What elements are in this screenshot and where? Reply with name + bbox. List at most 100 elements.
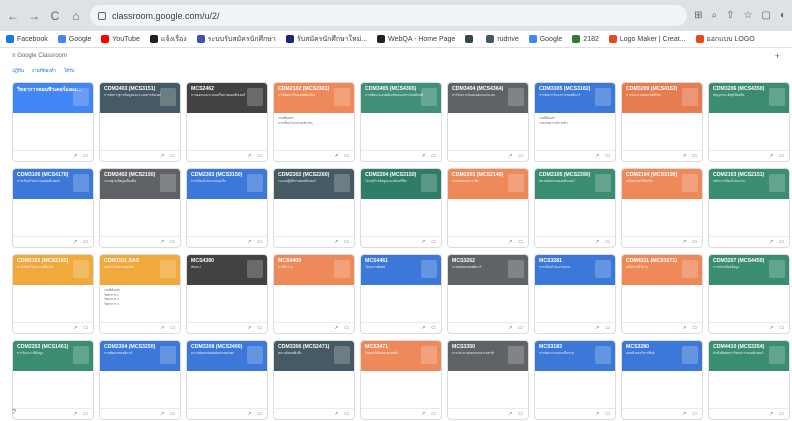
- quick-link[interactable]: ปฏิทิน: [12, 67, 24, 74]
- folder-icon[interactable]: ▭: [344, 153, 349, 159]
- folder-icon[interactable]: ▭: [170, 411, 175, 417]
- folder-icon[interactable]: ▭: [344, 325, 349, 331]
- gradebook-icon[interactable]: ↗: [334, 411, 338, 417]
- back-icon[interactable]: ←: [6, 9, 20, 23]
- folder-icon[interactable]: ▭: [83, 153, 88, 159]
- folder-icon[interactable]: ▭: [344, 411, 349, 417]
- folder-icon[interactable]: ▭: [518, 153, 523, 159]
- class-card[interactable]: MCS3350 การประมวลผลภาษาธรรมชาติ ↗ ▭: [447, 340, 529, 420]
- class-card[interactable]: CDM3106 (MCS4170) การเขียนโปรแกรมคอมพิวเต…: [12, 168, 94, 248]
- class-card-header[interactable]: CDM2103 (MCS2151) หลักการเขียนโปรแกรม: [709, 169, 789, 199]
- class-card-header[interactable]: CDM3207 (MCS4450) การทำเหมืองข้อมูล: [709, 255, 789, 285]
- class-card[interactable]: CDM2302 (MCS2260) ระบบปฏิบัติการคอมพิวเตอ…: [273, 168, 355, 248]
- class-card[interactable]: MCS3183 การจัดการระบบเครือข่าย ↗ ▭: [534, 340, 616, 420]
- folder-icon[interactable]: ▭: [344, 239, 349, 245]
- class-card[interactable]: MCS3280 คอมพิวเตอร์กราฟิกส์ ↗ ▭: [621, 340, 703, 420]
- folder-icon[interactable]: ▭: [518, 239, 523, 245]
- browser-action-icon[interactable]: ⇧: [726, 10, 734, 21]
- class-card[interactable]: CDM4410 (MCS3354) หัวข้อพิเศษทางวิทยาการค…: [708, 340, 790, 420]
- upcoming-work-item[interactable]: วิทยาการ 3: [104, 302, 176, 307]
- folder-icon[interactable]: ▭: [83, 411, 88, 417]
- class-card-header[interactable]: CDM1101 SAS เทคโนโลยีสารสนเทศ: [100, 255, 180, 285]
- class-card-header[interactable]: MCS3280 คอมพิวเตอร์กราฟิกส์: [622, 341, 702, 371]
- browser-action-icon[interactable]: ⌕: [712, 10, 718, 21]
- forward-icon[interactable]: →: [27, 9, 41, 23]
- home-icon[interactable]: ⌂: [69, 9, 83, 23]
- class-card[interactable]: CDM3209 (MCS4153) การประมวลผลภาพดิจิทัล ↗ ▭: [621, 82, 703, 162]
- upcoming-work-item[interactable]: การเขียนโปรแกรมเชิงวัตถุ: [278, 121, 350, 126]
- class-card-header[interactable]: MCS3350 การประมวลผลภาษาธรรมชาติ: [448, 341, 528, 371]
- folder-icon[interactable]: ▭: [779, 239, 784, 245]
- folder-icon[interactable]: ▭: [605, 239, 610, 245]
- gradebook-icon[interactable]: ↗: [769, 239, 773, 245]
- gradebook-icon[interactable]: ↗: [334, 325, 338, 331]
- class-card-header[interactable]: CDM2204 (MCS3150) โครงสร้างข้อมูลและอัลกอ…: [361, 169, 441, 199]
- gradebook-icon[interactable]: ↗: [595, 325, 599, 331]
- bookmark-item[interactable]: YouTube: [101, 35, 140, 43]
- folder-icon[interactable]: ▭: [605, 153, 610, 159]
- class-card[interactable]: MCS3281 การเขียนโปรแกรมเกม ↗ ▭: [534, 254, 616, 334]
- bookmark-item[interactable]: Facebook: [6, 35, 48, 43]
- bookmark-item[interactable]: [465, 35, 476, 43]
- class-card[interactable]: CDM2104 (MCS3190) คณิตศาสตร์ดิสครีต ↗ ▭: [621, 168, 703, 248]
- class-card[interactable]: MCS3262 การทดสอบซอฟต์แวร์ ↗ ▭: [447, 254, 529, 334]
- class-card-header[interactable]: วิทยาการคอมพิวเตอร์และเทคนิค: [13, 83, 93, 113]
- gradebook-icon[interactable]: ↗: [682, 411, 686, 417]
- class-card-header[interactable]: CDM4311 (MCS3271) เครือข่ายไร้สาย: [622, 255, 702, 285]
- class-card[interactable]: MCS4461 โครงงานพิเศษ ↗ ▭: [360, 254, 442, 334]
- gradebook-icon[interactable]: ↗: [73, 239, 77, 245]
- folder-icon[interactable]: ▭: [257, 153, 262, 159]
- gradebook-icon[interactable]: ↗: [73, 325, 77, 331]
- class-card-header[interactable]: CDM3106 (MCS4170) การเขียนโปรแกรมคอมพิวเต…: [13, 169, 93, 199]
- class-card-header[interactable]: CDM2201 (MCS2140) การออกแบบกราฟิก: [448, 169, 528, 199]
- gradebook-icon[interactable]: ↗: [160, 325, 164, 331]
- class-card-header[interactable]: MCS4461 โครงงานพิเศษ: [361, 255, 441, 285]
- folder-icon[interactable]: ▭: [518, 325, 523, 331]
- class-card[interactable]: CDM2201 (MCS2140) การออกแบบกราฟิก ↗ ▭: [447, 168, 529, 248]
- gradebook-icon[interactable]: ↗: [508, 325, 512, 331]
- gradebook-icon[interactable]: ↗: [73, 153, 77, 159]
- gradebook-icon[interactable]: ↗: [160, 239, 164, 245]
- class-card[interactable]: CDM2402 (MCS2150) ระบบฐานข้อมูลเบื้องต้น ↗…: [99, 168, 181, 248]
- class-card[interactable]: CDM2102 (MCS2162) การเขียนโปรแกรมเบื้องต้…: [12, 254, 94, 334]
- class-card-header[interactable]: CDM3206 (MCS4350) ปัญญาประดิษฐ์เบื้องต้น: [709, 83, 789, 113]
- class-card[interactable]: CDM3308 (MCS3400) ความมั่นคงปลอดภัยสารสนเ…: [186, 340, 268, 420]
- class-card-header[interactable]: CDM2102 (MCS2301) การพัฒนาเว็บแอปพลิเคชัน: [274, 83, 354, 113]
- class-card-header[interactable]: MCS4409 การฝึกงาน: [274, 255, 354, 285]
- app-title[interactable]: Google Classroom: [17, 53, 67, 59]
- gradebook-icon[interactable]: ↗: [247, 153, 251, 159]
- folder-icon[interactable]: ▭: [83, 239, 88, 245]
- gradebook-icon[interactable]: ↗: [247, 411, 251, 417]
- gradebook-icon[interactable]: ↗: [595, 239, 599, 245]
- class-card-header[interactable]: CDM2304 (MCS3250) การพัฒนาซอฟต์แวร์: [100, 341, 180, 371]
- class-card[interactable]: วิทยาการคอมพิวเตอร์และเทคนิค ↗ ▭: [12, 82, 94, 162]
- folder-icon[interactable]: ▭: [779, 325, 784, 331]
- class-card[interactable]: MCS3471 อินเทอร์เน็ตของสรรพสิ่ง ↗ ▭: [360, 340, 442, 420]
- class-card-header[interactable]: CDM3308 (MCS3400) ความมั่นคงปลอดภัยสารสนเ…: [187, 341, 267, 371]
- browser-action-icon[interactable]: ▢: [762, 10, 771, 21]
- gradebook-icon[interactable]: ↗: [508, 153, 512, 159]
- class-card-header[interactable]: CDM3306 (MCS2471) คลาวด์คอมพิวติ้ง: [274, 341, 354, 371]
- gradebook-icon[interactable]: ↗: [73, 411, 77, 417]
- class-card[interactable]: CDM1101 SAS เทคโนโลยีสารสนเทศ งานที่ต้องทำ…: [99, 254, 181, 334]
- class-card[interactable]: CDM2105 (MCS2390) สถาปัตยกรรมคอมพิวเตอร์ ↗…: [534, 168, 616, 248]
- class-card[interactable]: CDM2102 (MCS2301) การพัฒนาเว็บแอปพลิเคชัน…: [273, 82, 355, 162]
- main-menu-icon[interactable]: ≡: [12, 53, 16, 59]
- folder-icon[interactable]: ▭: [692, 153, 697, 159]
- gradebook-icon[interactable]: ↗: [247, 325, 251, 331]
- class-card-header[interactable]: MCS3262 การทดสอบซอฟต์แวร์: [448, 255, 528, 285]
- class-card[interactable]: MCS4409 การฝึกงาน ↗ ▭: [273, 254, 355, 334]
- class-card-header[interactable]: CDM3405 (MCS4365) การพัฒนาแอปพลิเคชันบนอุ…: [361, 83, 441, 113]
- folder-icon[interactable]: ▭: [431, 153, 436, 159]
- folder-icon[interactable]: ▭: [605, 325, 610, 331]
- class-card[interactable]: CDM3206 (MCS4350) ปัญญาประดิษฐ์เบื้องต้น ↗…: [708, 82, 790, 162]
- class-card-header[interactable]: CDM2302 (MCS2260) ระบบปฏิบัติการคอมพิวเตอ…: [274, 169, 354, 199]
- bookmark-item[interactable]: Logo Maker | Creat...: [608, 35, 686, 43]
- gradebook-icon[interactable]: ↗: [421, 153, 425, 159]
- gradebook-icon[interactable]: ↗: [160, 153, 164, 159]
- class-card[interactable]: CDM3405 (MCS4365) การพัฒนาแอปพลิเคชันบนอุ…: [360, 82, 442, 162]
- class-card-header[interactable]: MCS3471 อินเทอร์เน็ตของสรรพสิ่ง: [361, 341, 441, 371]
- class-card[interactable]: CDM3305 (MCS3182) การจัดการโครงการซอฟต์แว…: [534, 82, 616, 162]
- class-card[interactable]: MCS2462 การออกแบบระบบเครือข่ายคอมพิวเตอร์…: [186, 82, 268, 162]
- folder-icon[interactable]: ▭: [170, 153, 175, 159]
